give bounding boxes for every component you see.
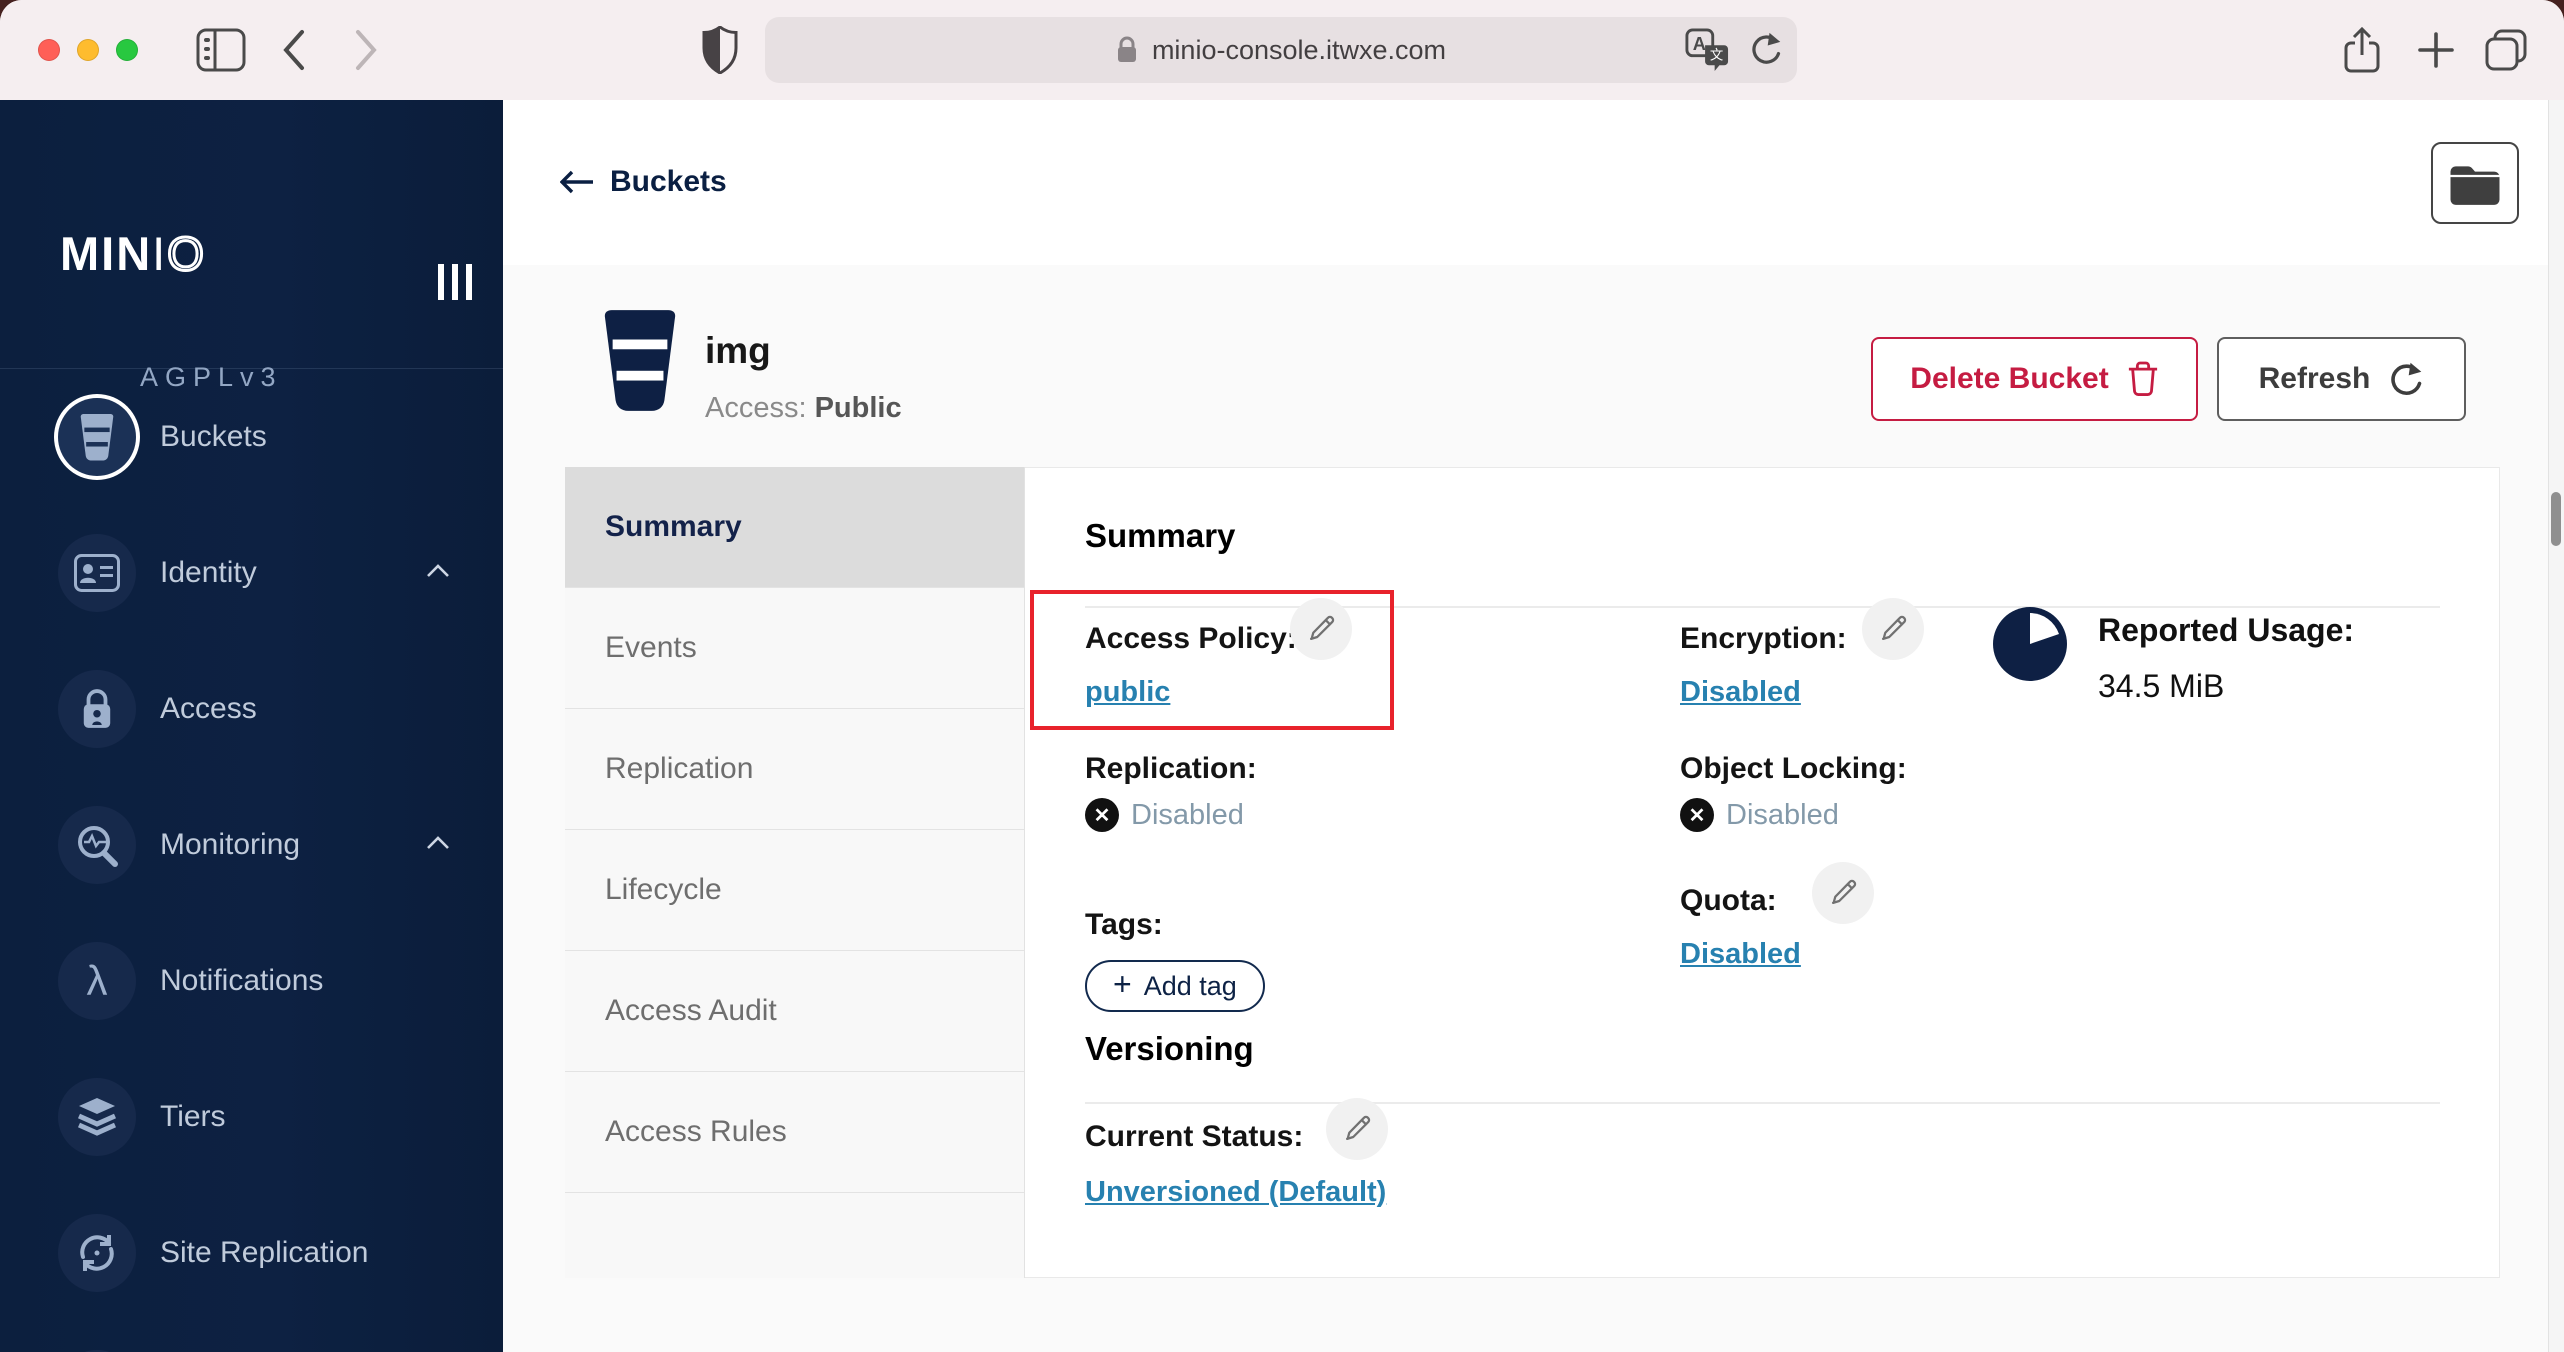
lambda-icon: λ bbox=[58, 942, 136, 1020]
address-bar[interactable]: minio-console.itwxe.com A文 bbox=[765, 17, 1797, 83]
edit-versioning-button[interactable] bbox=[1326, 1098, 1388, 1160]
current-status-label: Current Status: bbox=[1085, 1120, 1304, 1153]
bucket-icon bbox=[58, 398, 136, 476]
bucket-icon-large bbox=[597, 310, 683, 417]
object-locking-status: ✕ Disabled bbox=[1680, 798, 1839, 832]
encryption-value-link[interactable]: Disabled bbox=[1680, 676, 1801, 709]
edit-encryption-button[interactable] bbox=[1862, 598, 1924, 660]
identity-card-icon bbox=[58, 534, 136, 612]
minio-logo: MINIO bbox=[60, 226, 206, 282]
replication-status: ✕ Disabled bbox=[1085, 798, 1244, 832]
versioning-heading: Versioning bbox=[1085, 1030, 1254, 1067]
sidebar-item-notifications[interactable]: λ Notifications bbox=[0, 913, 503, 1049]
access-lock-icon bbox=[58, 670, 136, 748]
folder-icon bbox=[2447, 161, 2503, 205]
reported-usage-label: Reported Usage: bbox=[2098, 612, 2355, 648]
forward-icon[interactable] bbox=[350, 0, 382, 100]
chevron-up-icon[interactable] bbox=[425, 563, 451, 584]
chevron-up-icon[interactable] bbox=[425, 835, 451, 856]
sidebar-item-tiers[interactable]: Tiers bbox=[0, 1049, 503, 1185]
sidebar-toggle-icon[interactable] bbox=[195, 0, 247, 100]
sidebar-item-configurations[interactable]: ⚙ Configurations bbox=[0, 1321, 503, 1352]
privacy-shield-icon[interactable] bbox=[700, 0, 740, 100]
tab-overview-icon[interactable] bbox=[2482, 0, 2530, 100]
url-text: minio-console.itwxe.com bbox=[1151, 34, 1447, 65]
divider bbox=[1085, 1102, 2440, 1104]
back-arrow-icon bbox=[560, 170, 594, 194]
replication-label: Replication: bbox=[1085, 752, 1257, 785]
tags-label: Tags: bbox=[1085, 908, 1163, 941]
usage-pie-icon bbox=[1992, 606, 2068, 687]
back-icon[interactable] bbox=[278, 0, 310, 100]
trash-icon bbox=[2127, 360, 2159, 398]
tab-events[interactable]: Events bbox=[565, 588, 1024, 709]
page-toolbar bbox=[503, 100, 2548, 265]
sidebar: MINIO AGPLv3 Buckets Identity Access Mon… bbox=[0, 100, 503, 1352]
summary-heading: Summary bbox=[1085, 517, 1236, 554]
object-locking-label: Object Locking: bbox=[1680, 752, 1907, 785]
bucket-access: Access: Public bbox=[705, 392, 902, 424]
current-status-value-link[interactable]: Unversioned (Default) bbox=[1085, 1176, 1386, 1209]
minimize-button[interactable] bbox=[77, 39, 99, 61]
sidebar-collapse-icon[interactable] bbox=[438, 264, 472, 300]
tiers-layers-icon bbox=[58, 1078, 136, 1156]
bucket-name: img bbox=[705, 330, 771, 371]
plus-icon: + bbox=[1113, 966, 1132, 1002]
refresh-button[interactable]: Refresh bbox=[2217, 337, 2466, 421]
zoom-button[interactable] bbox=[116, 39, 138, 61]
svg-text:文: 文 bbox=[1710, 48, 1723, 63]
scrollbar-thumb[interactable] bbox=[2551, 492, 2561, 546]
tab-summary[interactable]: Summary bbox=[565, 467, 1024, 588]
translate-icon[interactable]: A文 bbox=[1685, 28, 1729, 72]
tls-lock-icon bbox=[1116, 35, 1138, 65]
annotation-highlight-box bbox=[1030, 590, 1394, 730]
close-button[interactable] bbox=[38, 39, 60, 61]
encryption-label: Encryption: bbox=[1680, 622, 1847, 655]
x-circle-icon: ✕ bbox=[1085, 798, 1119, 832]
sidebar-item-site-replication[interactable]: Site Replication bbox=[0, 1185, 503, 1321]
browse-bucket-button[interactable] bbox=[2431, 142, 2519, 224]
sidebar-item-identity[interactable]: Identity bbox=[0, 505, 503, 641]
quota-label: Quota: bbox=[1680, 884, 1777, 917]
delete-bucket-button[interactable]: Delete Bucket bbox=[1871, 337, 2198, 421]
share-icon[interactable] bbox=[2342, 0, 2382, 100]
x-circle-icon: ✕ bbox=[1680, 798, 1714, 832]
scrollbar-track[interactable] bbox=[2548, 100, 2564, 1352]
pencil-icon bbox=[1827, 877, 1859, 909]
reported-usage-value: 34.5 MiB bbox=[2098, 668, 2225, 704]
quota-value-link[interactable]: Disabled bbox=[1680, 938, 1801, 971]
add-tag-button[interactable]: + Add tag bbox=[1085, 960, 1265, 1012]
back-to-buckets-link[interactable]: Buckets bbox=[560, 165, 727, 199]
sidebar-item-access[interactable]: Access bbox=[0, 641, 503, 777]
tab-lifecycle[interactable]: Lifecycle bbox=[565, 830, 1024, 951]
new-tab-icon[interactable] bbox=[2412, 0, 2460, 100]
pencil-icon bbox=[1341, 1113, 1373, 1145]
reload-icon[interactable] bbox=[1747, 30, 1783, 70]
pencil-icon bbox=[1877, 613, 1909, 645]
sidebar-item-buckets[interactable]: Buckets bbox=[0, 369, 503, 505]
sidebar-nav: Buckets Identity Access Monitoring λ Not… bbox=[0, 368, 503, 1352]
edit-quota-button[interactable] bbox=[1812, 862, 1874, 924]
tab-access-audit[interactable]: Access Audit bbox=[565, 951, 1024, 1072]
tab-replication[interactable]: Replication bbox=[565, 709, 1024, 830]
back-link-label: Buckets bbox=[610, 165, 727, 198]
tab-access-rules[interactable]: Access Rules bbox=[565, 1072, 1024, 1193]
svg-text:A: A bbox=[1693, 34, 1706, 54]
browser-chrome: minio-console.itwxe.com A文 bbox=[0, 0, 2564, 101]
refresh-icon bbox=[2388, 361, 2424, 397]
site-replication-icon bbox=[58, 1214, 136, 1292]
sidebar-item-monitoring[interactable]: Monitoring bbox=[0, 777, 503, 913]
safari-window: minio-console.itwxe.com A文 MINIO AGPLv3 bbox=[0, 0, 2564, 1352]
monitoring-icon bbox=[58, 806, 136, 884]
tab-list: Summary Events Replication Lifecycle Acc… bbox=[565, 467, 1025, 1278]
